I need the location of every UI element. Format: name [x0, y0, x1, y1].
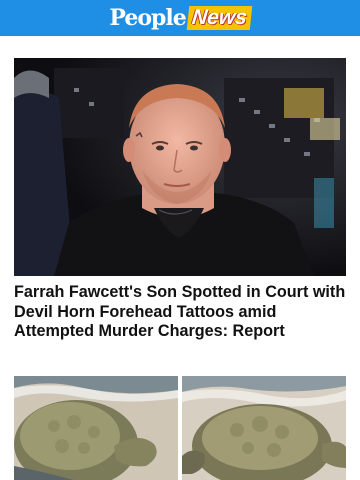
- app-header: People News: [0, 0, 360, 36]
- people-news-logo[interactable]: People News: [109, 5, 252, 31]
- sea-turtle-photo-right: [181, 376, 346, 480]
- turtle-photo-right: [181, 376, 346, 480]
- turtle-photo-left: [14, 376, 179, 480]
- sea-turtle-photo-left: [14, 376, 178, 480]
- article-headline[interactable]: Farrah Fawcett's Son Spotted in Court wi…: [14, 283, 346, 342]
- logo-people-text: People: [109, 5, 186, 31]
- logo-news-text: News: [186, 6, 252, 30]
- article-thumbnail-row[interactable]: [14, 376, 346, 480]
- article-hero-image[interactable]: [14, 58, 346, 276]
- man-portrait-photo: [14, 58, 346, 276]
